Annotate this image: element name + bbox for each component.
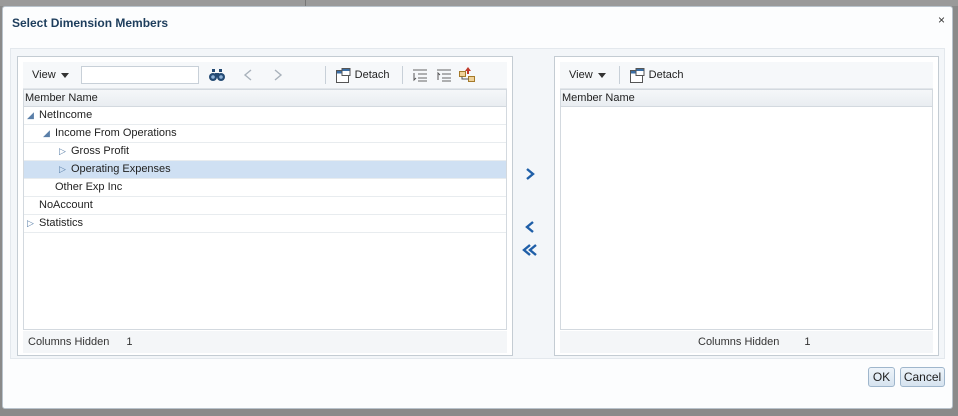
expanded-triangle-icon[interactable]: ◢ (43, 125, 50, 142)
tree-row-statistics[interactable]: ▷ Statistics (24, 215, 506, 233)
detach-label: Detach (648, 69, 684, 81)
detach-label: Detach (354, 69, 390, 81)
selected-members-statusbar: Columns Hidden 1 (560, 331, 933, 353)
member-properties-icon[interactable] (459, 65, 477, 85)
move-right-icon[interactable] (524, 167, 536, 184)
tree-row-operating-expenses[interactable]: ▷ Operating Expenses (24, 161, 506, 179)
available-members-toolbar: View Detach (23, 62, 507, 89)
tree-row-label: Operating Expenses (71, 163, 171, 175)
caret-down-icon (60, 72, 69, 78)
detach-button[interactable]: Detach (330, 65, 396, 85)
close-icon[interactable]: × (938, 13, 945, 27)
caret-down-icon (597, 72, 606, 78)
tree-row-label: Statistics (39, 217, 84, 229)
search-input[interactable] (80, 66, 199, 84)
toolbar-separator (618, 66, 620, 84)
tree-row-netincome[interactable]: ◢ NetIncome (24, 107, 506, 125)
binoculars-icon[interactable] (208, 65, 225, 85)
tree-row-noaccount[interactable]: NoAccount (24, 197, 506, 215)
selected-members-panel: View Detach Member Name Columns Hidden 1 (554, 56, 939, 356)
available-members-statusbar: Columns Hidden 1 (23, 331, 507, 353)
collapsed-triangle-icon[interactable]: ▷ (27, 215, 34, 232)
columns-hidden-count: 1 (126, 336, 133, 348)
view-menu-button[interactable]: View (560, 65, 615, 85)
chevron-left-icon[interactable] (241, 65, 255, 85)
member-name-column-header[interactable]: Member Name (24, 90, 506, 107)
dialog-body: View Detach Member Name ◢ NetIncome ◢ In… (10, 48, 945, 359)
view-menu-label: View (32, 69, 56, 81)
chevron-right-icon[interactable] (271, 65, 285, 85)
detach-icon (335, 65, 351, 85)
tree-row-gross-profit[interactable]: ▷ Gross Profit (24, 143, 506, 161)
tree-row-label: Other Exp Inc (55, 181, 123, 193)
columns-hidden-label: Columns Hidden (28, 336, 110, 348)
available-members-table: Member Name ◢ NetIncome ◢ Income From Op… (23, 89, 507, 330)
move-left-icon[interactable] (524, 220, 536, 237)
selected-members-table: Member Name (560, 89, 933, 330)
expand-all-icon[interactable] (411, 65, 429, 85)
toolbar-separator (401, 66, 403, 84)
tree-row-income-from-operations[interactable]: ◢ Income From Operations (24, 125, 506, 143)
remove-all-icon[interactable] (521, 243, 539, 260)
view-menu-button[interactable]: View (23, 65, 78, 85)
collapsed-triangle-icon[interactable]: ▷ (59, 143, 66, 160)
member-name-column-header[interactable]: Member Name (561, 90, 932, 107)
ok-button[interactable]: OK (868, 367, 895, 387)
tree-row-label: Gross Profit (71, 145, 130, 157)
dialog-title: Select Dimension Members (12, 16, 169, 30)
detach-button[interactable]: Detach (624, 65, 690, 85)
collapsed-triangle-icon[interactable]: ▷ (59, 161, 66, 178)
toolbar-separator (324, 66, 326, 84)
available-members-panel: View Detach Member Name ◢ NetIncome ◢ In… (17, 56, 513, 356)
selected-members-toolbar: View Detach (560, 62, 933, 89)
columns-hidden-label: Columns Hidden (698, 336, 780, 348)
expanded-triangle-icon[interactable]: ◢ (27, 107, 34, 124)
tree-row-label: NoAccount (39, 199, 93, 211)
collapse-all-icon[interactable] (435, 65, 453, 85)
tree-row-other-exp-inc[interactable]: Other Exp Inc (24, 179, 506, 197)
select-dimension-members-dialog: Select Dimension Members × View Detach M… (2, 6, 953, 409)
detach-icon (629, 65, 645, 85)
tree-row-label: NetIncome (39, 109, 93, 121)
columns-hidden-count: 1 (804, 336, 811, 348)
tree-row-label: Income From Operations (55, 127, 177, 139)
cancel-button[interactable]: Cancel (900, 367, 945, 387)
view-menu-label: View (569, 69, 593, 81)
